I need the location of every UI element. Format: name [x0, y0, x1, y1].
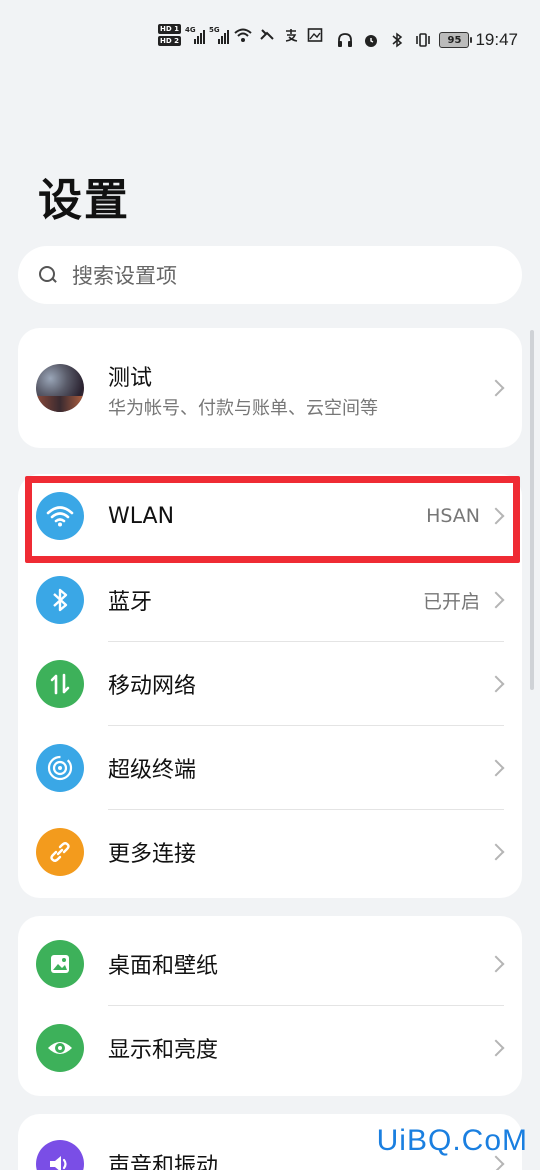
watermark: UiBQ.CoM — [376, 1124, 528, 1157]
bluetooth-label: 蓝牙 — [108, 590, 153, 615]
status-bar: HD 1 HD 2 4G 5G 95 19:47 — [0, 22, 540, 58]
chevron-right-icon — [487, 1039, 505, 1057]
eye-icon — [36, 1024, 84, 1072]
search-placeholder: 搜索设置项 — [72, 264, 177, 288]
settings-item-display[interactable]: 显示和亮度 — [18, 1006, 522, 1090]
search-bar[interactable]: 搜索设置项 — [18, 246, 522, 304]
link-icon — [36, 828, 84, 876]
chevron-right-icon — [487, 591, 505, 609]
more-connections-label: 更多连接 — [108, 842, 197, 867]
chevron-right-icon — [487, 379, 505, 397]
wifi-status-icon — [233, 25, 253, 45]
super-device-label: 超级终端 — [108, 758, 197, 783]
account-subtitle: 华为帐号、付款与账单、云空间等 — [108, 398, 378, 419]
avatar — [36, 364, 84, 412]
hd2-badge: HD 2 — [158, 36, 181, 46]
chevron-right-icon — [487, 955, 505, 973]
gallery-icon — [305, 25, 325, 45]
battery-icon: 95 — [439, 32, 473, 48]
wallpaper-icon — [36, 940, 84, 988]
account-card[interactable]: 测试 华为帐号、付款与账单、云空间等 — [18, 328, 522, 448]
super-device-icon — [36, 744, 84, 792]
account-name: 测试 — [108, 366, 153, 391]
hd1-badge: HD 1 — [158, 24, 181, 34]
settings-item-super-device[interactable]: 超级终端 — [18, 726, 522, 810]
page-title: 设置 — [38, 175, 130, 226]
chevron-right-icon — [487, 675, 505, 693]
status-right: 95 19:47 — [335, 30, 518, 50]
clock: 19:47 — [475, 30, 518, 49]
settings-item-more-connections[interactable]: 更多连接 — [18, 810, 522, 894]
bluetooth-status-icon — [387, 30, 407, 50]
alarm-icon — [361, 30, 381, 50]
wallpaper-label: 桌面和壁纸 — [108, 954, 219, 979]
display-label: 显示和亮度 — [108, 1038, 219, 1063]
speaker-icon — [36, 1140, 84, 1170]
settings-item-mobile-network[interactable]: 移动网络 — [18, 642, 522, 726]
search-icon — [38, 265, 58, 285]
mobile-network-icon — [36, 660, 84, 708]
wifi-icon — [36, 492, 84, 540]
chevron-right-icon — [487, 759, 505, 777]
display-card: 桌面和壁纸 显示和亮度 — [18, 916, 522, 1096]
bluetooth-icon — [36, 576, 84, 624]
sound-label: 声音和振动 — [108, 1154, 219, 1170]
hd-indicators: HD 1 HD 2 — [158, 24, 181, 46]
connectivity-card: WLAN HSAN 蓝牙 已开启 移动网络 超级终端 更多连接 — [18, 474, 522, 898]
signal-2-icon: 5G — [209, 26, 229, 44]
missed-call-icon — [257, 25, 277, 45]
settings-item-wallpaper[interactable]: 桌面和壁纸 — [18, 922, 522, 1006]
status-left: HD 1 HD 2 4G 5G — [158, 24, 325, 46]
chevron-right-icon — [487, 507, 505, 525]
wlan-label: WLAN — [108, 503, 175, 529]
settings-item-bluetooth[interactable]: 蓝牙 已开启 — [18, 558, 522, 642]
chevron-right-icon — [487, 843, 505, 861]
alipay-icon — [281, 25, 301, 45]
vibrate-icon — [413, 30, 433, 50]
settings-item-wlan[interactable]: WLAN HSAN — [18, 474, 522, 558]
mobile-network-label: 移动网络 — [108, 674, 197, 699]
signal-1-icon: 4G — [185, 26, 205, 44]
headphones-icon — [335, 30, 355, 50]
wlan-value: HSAN — [426, 505, 480, 527]
bluetooth-value: 已开启 — [422, 590, 480, 613]
scrollbar[interactable] — [530, 330, 534, 690]
